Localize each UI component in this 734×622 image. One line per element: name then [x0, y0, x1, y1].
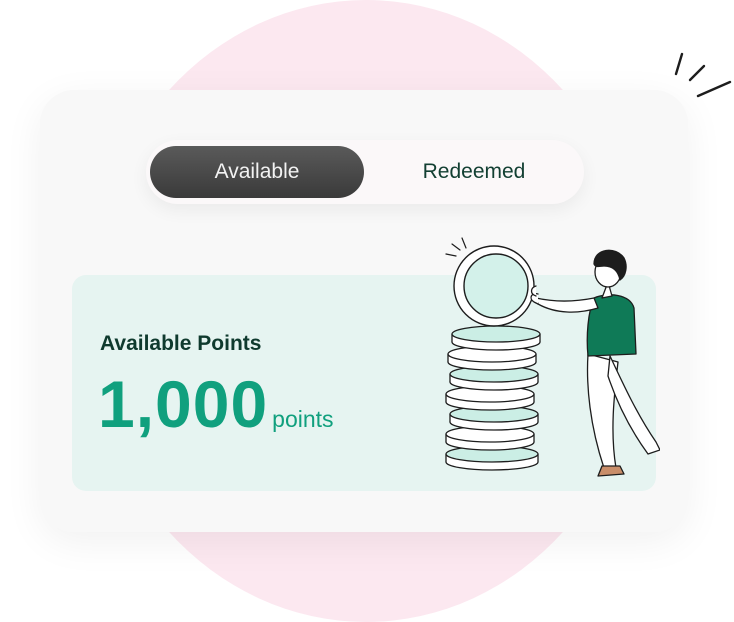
sparkle-icon [674, 52, 732, 98]
stage: Available Redeemed Available Points 1,00… [0, 0, 734, 622]
person-stacking-coins-illustration [445, 237, 660, 477]
points-tab-toggle: Available Redeemed [146, 140, 584, 204]
big-coin [453, 245, 535, 327]
points-value: 1,000 [98, 367, 269, 441]
coin-stack [445, 325, 541, 471]
tab-available[interactable]: Available [150, 146, 364, 198]
available-points-label: Available Points [100, 332, 262, 355]
points-unit: points [272, 406, 334, 432]
points-display: 1,000 points [98, 366, 334, 442]
person [530, 249, 660, 477]
tab-redeemed[interactable]: Redeemed [374, 146, 574, 198]
coin-shine-lines [445, 237, 467, 257]
